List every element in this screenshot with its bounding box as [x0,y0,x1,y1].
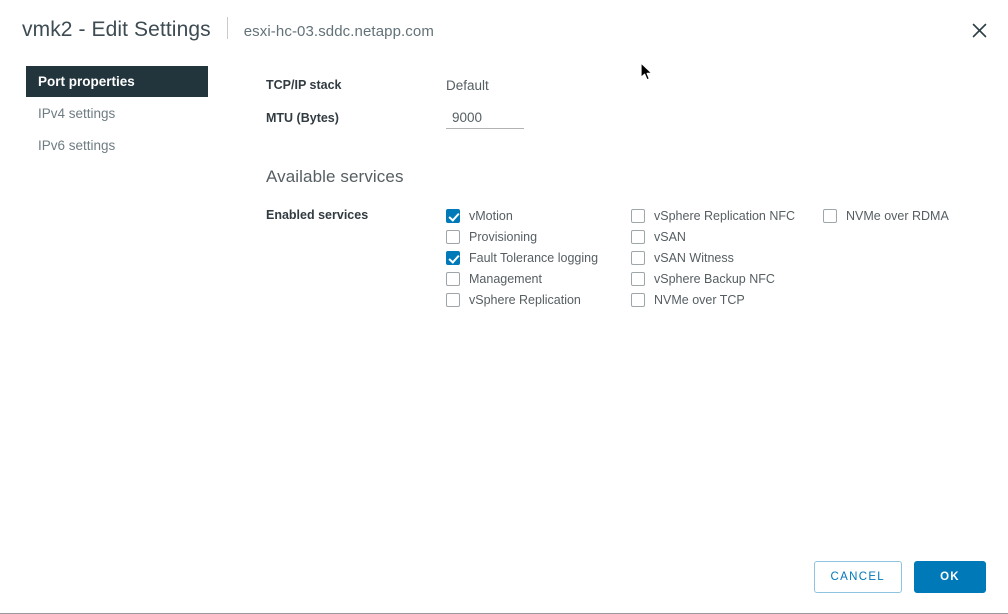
sidebar-item-ipv6-settings[interactable]: IPv6 settings [26,130,208,161]
sidebar-item-port-properties[interactable]: Port properties [26,66,208,97]
mtu-label: MTU (Bytes) [266,111,339,125]
checkbox-icon[interactable] [446,229,460,244]
host-name: esxi-hc-03.sddc.netapp.com [243,23,434,40]
enabled-services-label: Enabled services [266,208,369,222]
dialog-footer: CANCEL OK [813,561,986,593]
page-title: vmk2 - Edit Settings [22,18,211,41]
cancel-button[interactable]: CANCEL [813,561,902,593]
checkbox-icon[interactable] [446,208,460,223]
dialog-header: vmk2 - Edit Settings esxi-hc-03.sddc.net… [0,0,1008,58]
service-label: Management [469,271,542,286]
service-label: NVMe over RDMA [846,208,949,223]
service-label: Fault Tolerance logging [469,250,599,265]
services-column-2: vSphere Replication NFC vSAN vSAN Witnes… [631,205,823,310]
tcpip-stack-label: TCP/IP stack [266,78,342,92]
sidebar-item-ipv4-settings[interactable]: IPv4 settings [26,98,208,129]
service-checkbox-management[interactable]: Management [446,268,631,289]
service-label: vSAN Witness [654,250,734,265]
service-label: vSphere Backup NFC [654,271,775,286]
mtu-row: MTU (Bytes) [266,105,986,131]
service-checkbox-fault-tolerance-logging[interactable]: Fault Tolerance logging [446,247,631,268]
service-checkbox-vsphere-replication-nfc[interactable]: vSphere Replication NFC [631,205,823,226]
sidebar-item-label: IPv6 settings [38,138,116,153]
close-button[interactable] [963,14,995,46]
close-icon [972,23,987,38]
available-services-heading: Available services [266,167,404,186]
ok-button[interactable]: OK [914,561,986,593]
sidebar-item-label: Port properties [38,74,135,89]
settings-nav-sidebar: Port properties IPv4 settings IPv6 setti… [26,66,208,162]
service-checkbox-vsan-witness[interactable]: vSAN Witness [631,247,823,268]
service-label: Provisioning [469,229,538,244]
service-label: vSAN [654,229,686,244]
service-checkbox-nvme-over-tcp[interactable]: NVMe over TCP [631,289,823,310]
service-checkbox-nvme-over-rdma[interactable]: NVMe over RDMA [823,205,1003,226]
sidebar-item-label: IPv4 settings [38,106,116,121]
checkbox-icon[interactable] [823,208,837,223]
mtu-input[interactable] [446,107,524,129]
checkbox-icon[interactable] [446,271,460,286]
checkbox-icon[interactable] [631,292,645,307]
service-label: vSphere Replication [469,292,581,307]
service-checkbox-vsphere-replication[interactable]: vSphere Replication [446,289,631,310]
checkbox-icon[interactable] [631,229,645,244]
service-checkbox-vsan[interactable]: vSAN [631,226,823,247]
edit-settings-dialog: vmk2 - Edit Settings esxi-hc-03.sddc.net… [0,0,1008,614]
service-checkbox-vsphere-backup-nfc[interactable]: vSphere Backup NFC [631,268,823,289]
services-column-1: vMotion Provisioning Fault Tolerance log… [446,205,631,310]
service-label: NVMe over TCP [654,292,745,307]
services-column-3: NVMe over RDMA [823,205,1003,310]
service-checkbox-provisioning[interactable]: Provisioning [446,226,631,247]
checkbox-icon[interactable] [631,208,645,223]
service-label: vMotion [469,208,513,223]
tcpip-stack-value: Default [446,77,489,93]
services-columns: vMotion Provisioning Fault Tolerance log… [446,205,1003,310]
settings-content-panel: TCP/IP stack Default MTU (Bytes) Availab… [266,72,986,310]
checkbox-icon[interactable] [446,292,460,307]
dialog-title-group: vmk2 - Edit Settings esxi-hc-03.sddc.net… [22,14,434,42]
service-checkbox-vmotion[interactable]: vMotion [446,205,631,226]
checkbox-icon[interactable] [631,271,645,286]
checkbox-icon[interactable] [631,250,645,265]
service-label: vSphere Replication NFC [654,208,796,223]
tcpip-stack-row: TCP/IP stack Default [266,72,986,98]
enabled-services-row: Enabled services vMotion Provisioning Fa… [266,205,986,310]
title-divider [226,17,228,39]
checkbox-icon[interactable] [446,250,460,265]
